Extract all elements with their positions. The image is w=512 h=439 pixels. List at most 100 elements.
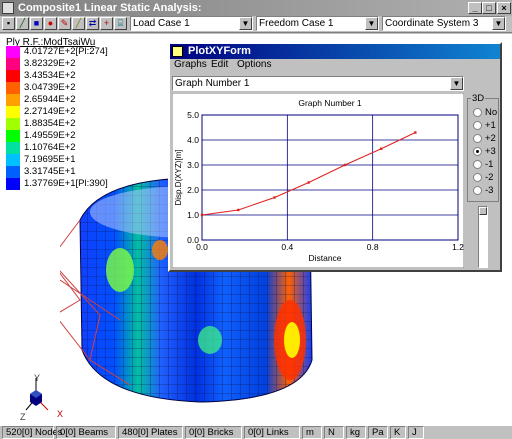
radio-button[interactable] xyxy=(473,121,482,130)
radio-label: -1 xyxy=(485,159,494,170)
legend-label: 2.65944E+2 xyxy=(24,94,76,105)
legend-label: 4.01727E+2[Pl:274] xyxy=(24,46,108,57)
legend-label: 3.82329E+2 xyxy=(24,58,76,69)
chevron-down-icon[interactable]: ▼ xyxy=(450,77,463,90)
status-cell: 0[0] Bricks xyxy=(185,426,242,439)
y-tick-label: 5.0 xyxy=(187,110,199,120)
axis-z-label: Z xyxy=(20,412,26,422)
legend-swatch xyxy=(6,58,20,70)
freedom-case-value: Freedom Case 1 xyxy=(259,18,334,29)
plot-area xyxy=(201,114,459,241)
legend-swatch xyxy=(6,178,20,190)
pen-tool-icon[interactable]: ╱ xyxy=(72,17,85,30)
data-point xyxy=(380,147,383,150)
legend-label: 1.49559E+2 xyxy=(24,130,76,141)
close-button[interactable]: × xyxy=(497,2,511,14)
red-shape-icon[interactable]: ● xyxy=(44,17,57,30)
y-axis-label: Disp.D(XYZ)[m] xyxy=(174,150,183,206)
x-tick-label: 1.2 xyxy=(452,242,464,252)
legend-label: 3.43534E+2 xyxy=(24,70,76,81)
maximize-button[interactable]: □ xyxy=(482,2,496,14)
legend-swatch xyxy=(6,166,20,178)
y-tick-label: 4.0 xyxy=(187,135,199,145)
data-point xyxy=(200,213,204,217)
axis-y-label: Y xyxy=(34,373,41,383)
status-cell: 520[0] Nodes xyxy=(2,426,63,439)
app-icon xyxy=(2,2,14,14)
arrow-tool-icon[interactable]: ⇄ xyxy=(86,17,99,30)
status-cell: 0[0] Links xyxy=(244,426,300,439)
menu-edit-label: Edit xyxy=(211,59,229,70)
plot-form-titlebar: PlotXYForm xyxy=(170,44,500,59)
load-case-value: Load Case 1 xyxy=(133,18,190,29)
legend-swatch xyxy=(6,154,20,166)
probe-tool-icon[interactable]: ✎ xyxy=(58,17,71,30)
legend-swatch xyxy=(6,70,20,82)
plus-tool-icon[interactable]: + xyxy=(100,17,113,30)
axis-x-label: X xyxy=(57,409,64,419)
blue-square-icon[interactable]: ■ xyxy=(30,17,43,30)
data-point xyxy=(414,131,417,134)
line-tool-icon[interactable]: ╱ xyxy=(16,17,29,30)
axes-triad-icon xyxy=(25,378,49,411)
menu-options[interactable]: Options xyxy=(237,59,271,70)
window-titlebar: Composite1 Linear Static Analysis: _ □ × xyxy=(0,0,512,16)
legend-swatch xyxy=(6,130,20,142)
radio-label: +3 xyxy=(485,146,496,157)
status-cell: 0[0] Beams xyxy=(56,426,116,439)
radio-label: No xyxy=(485,107,498,118)
status-cell: m xyxy=(302,426,322,439)
graph-select-value: Graph Number 1 xyxy=(175,78,250,89)
data-point xyxy=(343,163,347,167)
radio-button[interactable] xyxy=(473,134,482,143)
coordinate-system-select[interactable]: Coordinate System 3 ▼ xyxy=(382,16,506,31)
radio-button[interactable] xyxy=(473,147,482,156)
cylinder-tool-icon[interactable]: ⌸ xyxy=(114,17,127,30)
legend-swatch xyxy=(6,94,20,106)
select-tool-icon[interactable]: ▪ xyxy=(2,17,15,30)
x-tick-label: 0.4 xyxy=(281,242,293,252)
legend-swatch xyxy=(6,106,20,118)
menu-graphs-label: Graphs xyxy=(174,59,207,70)
load-case-select[interactable]: Load Case 1 ▼ xyxy=(130,16,253,31)
y-tick-label: 3.0 xyxy=(187,160,199,170)
legend-swatch xyxy=(6,82,20,94)
radio-label: +1 xyxy=(485,120,496,131)
radio-button[interactable] xyxy=(473,108,482,117)
radio-label: -2 xyxy=(485,172,494,183)
legend-swatch xyxy=(6,142,20,154)
plot-form-icon xyxy=(172,46,183,57)
radio-label: +2 xyxy=(485,133,496,144)
radio-button[interactable] xyxy=(473,186,482,195)
data-point xyxy=(273,196,276,199)
y-tick-label: 2.0 xyxy=(187,185,199,195)
menu-graphs[interactable]: Graphs xyxy=(174,59,207,70)
radio-button[interactable] xyxy=(473,173,482,182)
chevron-down-icon[interactable]: ▼ xyxy=(492,17,505,30)
options-3d-label: 3D xyxy=(471,93,486,104)
freedom-case-select[interactable]: Freedom Case 1 ▼ xyxy=(256,16,379,31)
graph-select[interactable]: Graph Number 1 ▼ xyxy=(172,76,464,91)
chevron-down-icon[interactable]: ▼ xyxy=(365,17,378,30)
status-cell: 480[0] Plates xyxy=(118,426,183,439)
xy-chart[interactable]: 0.0 0.4 0.8 1.20.01.02.03.04.05.0Graph Numb… xyxy=(172,93,464,268)
status-cell: Pa xyxy=(368,426,388,439)
legend-label: 1.88354E+2 xyxy=(24,118,76,129)
x-axis-label: Distance xyxy=(308,253,341,263)
chevron-down-icon[interactable]: ▼ xyxy=(239,17,252,30)
y-tick-label: 1.0 xyxy=(187,210,199,220)
y-tick-label: 0.0 xyxy=(187,235,199,245)
status-cell: N xyxy=(324,426,344,439)
plot-form-title: PlotXYForm xyxy=(188,45,251,57)
data-point xyxy=(307,181,310,184)
legend-label: 3.04739E+2 xyxy=(24,82,76,93)
menu-edit[interactable]: Edit xyxy=(211,59,228,70)
status-cell: K xyxy=(390,426,406,439)
radio-button[interactable] xyxy=(473,160,482,169)
radio-label: -3 xyxy=(485,185,494,196)
minimize-button[interactable]: _ xyxy=(468,2,482,14)
chart-title: Graph Number 1 xyxy=(298,98,362,108)
depth-slider-thumb[interactable] xyxy=(479,207,487,215)
depth-slider[interactable] xyxy=(478,206,488,268)
status-cell: kg xyxy=(346,426,366,439)
